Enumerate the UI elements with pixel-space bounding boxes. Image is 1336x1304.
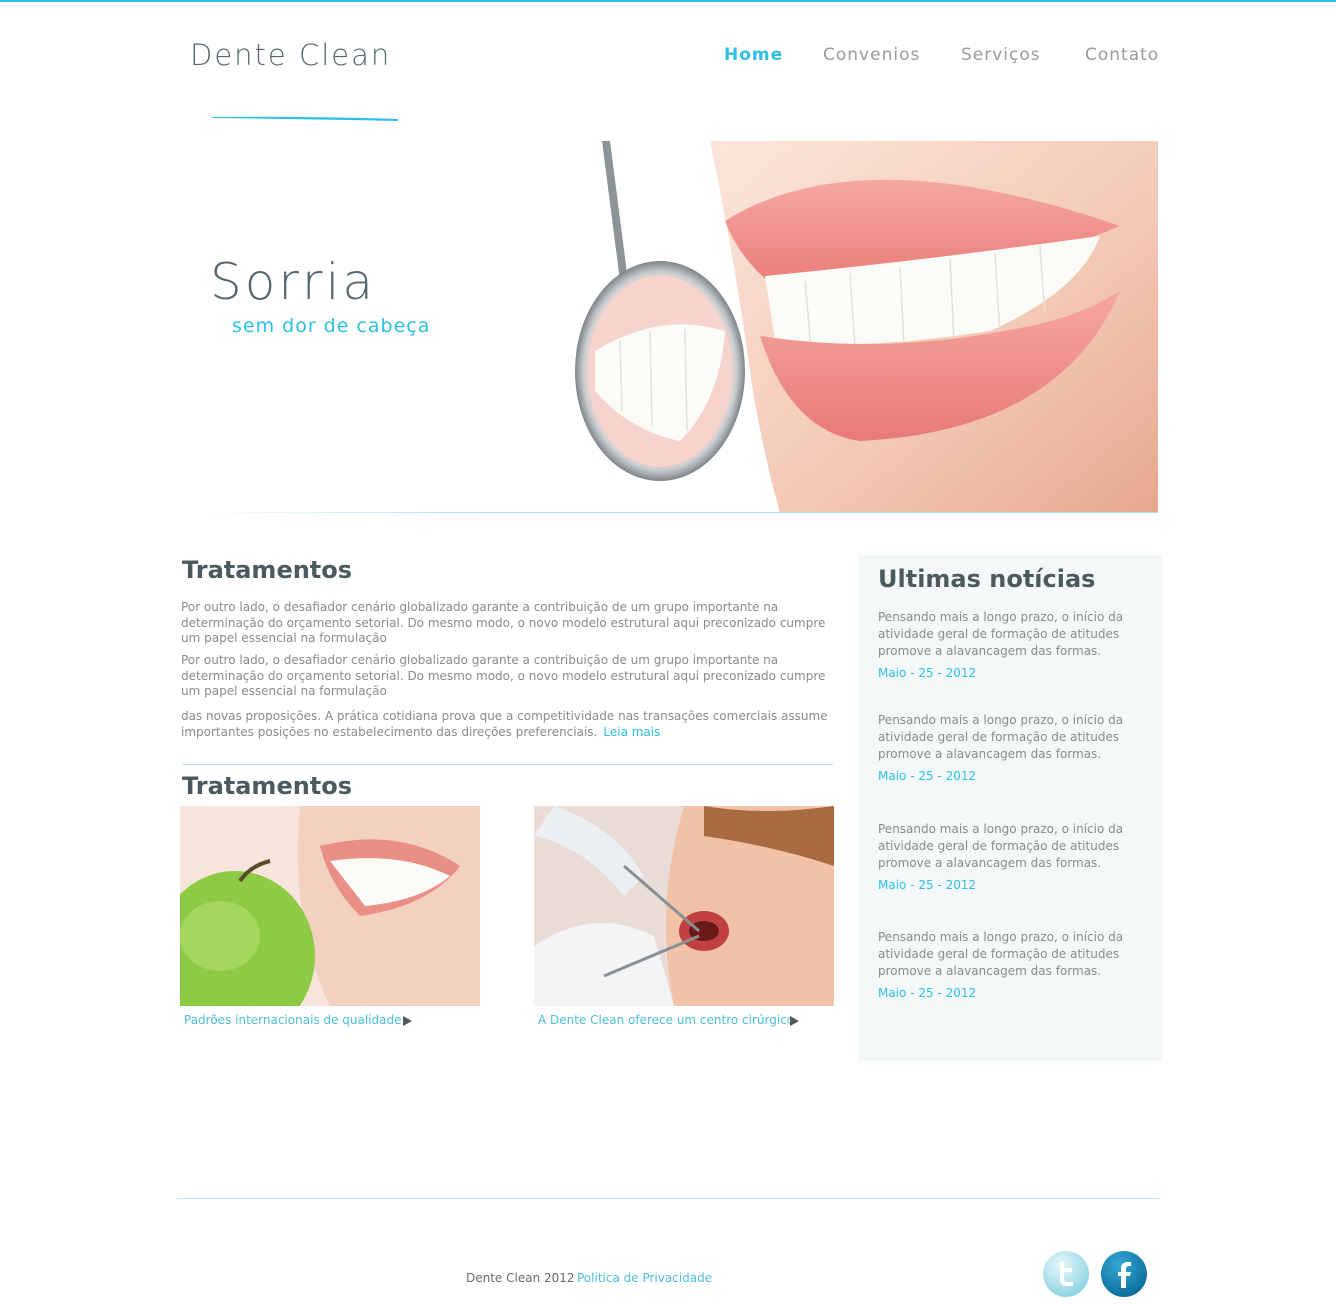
news-item-text: Pensando mais a longo prazo, o início da… <box>878 713 1124 761</box>
paragraph-3-text: das novas proposições. A prática cotidia… <box>181 709 828 739</box>
news-item-text: Pensando mais a longo prazo, o início da… <box>878 930 1124 978</box>
top-accent-line <box>0 0 1336 2</box>
paragraph-3: das novas proposições. A prática cotidia… <box>181 709 831 740</box>
news-item-date[interactable]: Maio - 25 - 2012 <box>878 769 976 783</box>
section-title-tratamentos-2: Tratamentos <box>182 772 353 800</box>
nav-servicos[interactable]: Serviços <box>961 45 1041 65</box>
thumb-caption-2[interactable]: A Dente Clean oferece um centro cirúrgic… <box>538 1013 794 1027</box>
dentist-procedure-image <box>534 806 834 1006</box>
facebook-icon[interactable] <box>1100 1250 1148 1298</box>
thumb-dentist[interactable] <box>534 806 834 1006</box>
hero-bottom-line <box>200 512 1158 513</box>
news-item-date[interactable]: Maio - 25 - 2012 <box>878 666 976 680</box>
hero-banner: Sorria sem dor de cabeça <box>180 141 1158 513</box>
footer-copyright: Dente Clean 2012 <box>466 1271 575 1285</box>
news-item-text: Pensando mais a longo prazo, o início da… <box>878 822 1124 870</box>
hero-title: Sorria <box>210 253 376 311</box>
twitter-icon[interactable] <box>1042 1250 1090 1298</box>
site-logo[interactable]: Dente Clean <box>190 38 391 72</box>
play-arrow-icon[interactable] <box>790 1016 799 1026</box>
paragraph-1: Por outro lado, o desafiador cenário glo… <box>181 600 826 645</box>
news-item-text: Pensando mais a longo prazo, o início da… <box>878 610 1124 658</box>
thumb-caption-1[interactable]: Padrões internacionais de qualidade <box>184 1013 402 1027</box>
read-more-link[interactable]: Leia mais <box>603 725 660 739</box>
footer-divider <box>178 1198 1158 1199</box>
apple-smile-image <box>180 806 480 1006</box>
nav-home[interactable]: Home <box>724 45 783 65</box>
thumb-apple-smile[interactable] <box>180 806 480 1006</box>
nav-contato[interactable]: Contato <box>1085 45 1159 65</box>
hero-subtitle: sem dor de cabeça <box>232 315 431 337</box>
section-title-tratamentos: Tratamentos <box>182 556 353 584</box>
sidebar-title: Ultimas notícias <box>878 565 1096 593</box>
news-sidebar: Ultimas notícias Pensando mais a longo p… <box>858 555 1162 1061</box>
logo-underline-swoosh <box>212 116 398 121</box>
privacy-policy-link[interactable]: Politica de Privacidade <box>577 1271 712 1285</box>
hero-smile-image <box>560 141 1158 513</box>
news-item-date[interactable]: Maio - 25 - 2012 <box>878 878 976 892</box>
news-item-date[interactable]: Maio - 25 - 2012 <box>878 986 976 1000</box>
paragraph-2: Por outro lado, o desafiador cenário glo… <box>181 653 826 698</box>
section-divider <box>182 764 833 765</box>
nav-convenios[interactable]: Convenios <box>823 45 920 65</box>
play-arrow-icon[interactable] <box>403 1016 412 1026</box>
